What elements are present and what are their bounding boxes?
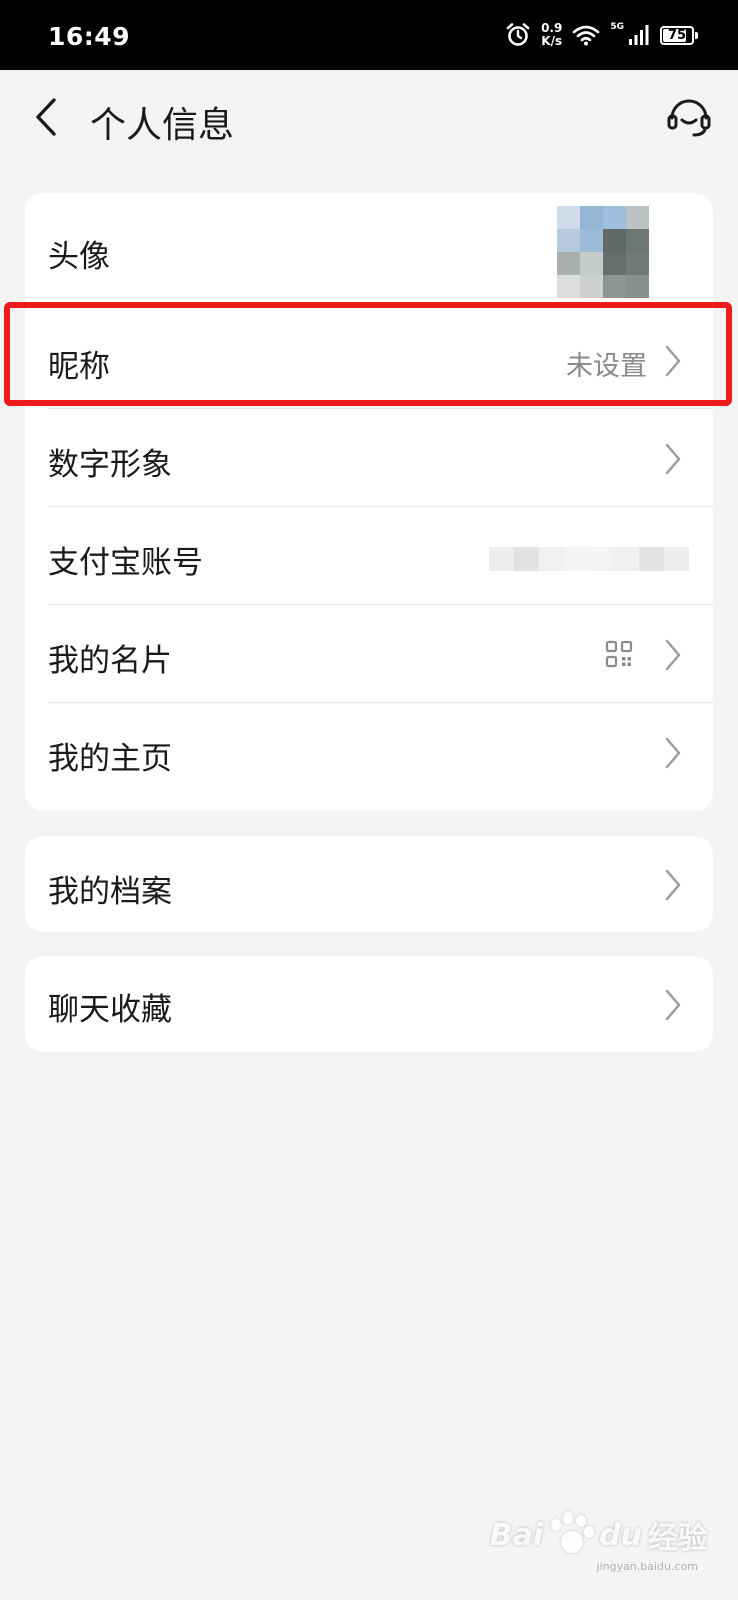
row-chat-favorites-label: 聊天收藏	[48, 992, 172, 1028]
chevron-right-icon	[665, 737, 681, 769]
status-icons: 0.9 K/s 5G 75	[505, 20, 698, 50]
nickname-value: 未设置	[566, 351, 647, 382]
row-my-homepage-label: 我的主页	[48, 741, 172, 777]
nav-header: 个人信息	[0, 70, 738, 170]
customer-service-icon	[667, 99, 711, 137]
watermark-brand-left: Bai	[489, 1517, 544, 1553]
avatar[interactable]	[557, 206, 649, 298]
net-speed-unit: K/s	[541, 34, 563, 48]
status-bar: 16:49 0.9 K/s 5G 75	[0, 0, 738, 70]
alarm-icon	[506, 23, 530, 46]
row-chat-favorites[interactable]: 聊天收藏	[25, 956, 713, 1052]
back-arrow-icon	[36, 98, 56, 136]
row-my-archive-label: 我的档案	[48, 874, 172, 910]
watermark-sub: jingyan.baidu.com	[596, 1560, 698, 1573]
chevron-right-icon	[665, 443, 681, 475]
chevron-right-icon	[665, 869, 681, 901]
row-avatar-label: 头像	[48, 239, 110, 275]
favorites-card: 聊天收藏	[25, 956, 713, 1052]
row-avatar[interactable]: 头像	[25, 193, 713, 311]
profile-card: 头像 昵称 未设置 数字形象 支付宝账号 我的名片 我的主页	[25, 193, 713, 811]
chevron-right-icon	[665, 989, 681, 1021]
status-time: 16:49	[48, 22, 131, 51]
paw-logo-icon	[545, 1509, 597, 1561]
wifi-icon	[573, 25, 600, 46]
back-button[interactable]	[28, 92, 68, 142]
net-speed: 0.9 K/s	[541, 22, 562, 48]
row-alipay-account-label: 支付宝账号	[48, 545, 203, 581]
signal-icon	[629, 25, 649, 45]
row-my-homepage[interactable]: 我的主页	[25, 703, 713, 801]
row-my-card[interactable]: 我的名片	[25, 605, 713, 703]
page-title: 个人信息	[90, 105, 235, 146]
row-nickname-label: 昵称	[48, 349, 110, 385]
watermark-brand-right: du	[599, 1517, 642, 1553]
row-digital-avatar-label: 数字形象	[48, 447, 172, 483]
watermark: Bai du 经验 jingyan.baidu.com	[490, 1495, 708, 1575]
row-alipay-account[interactable]: 支付宝账号	[25, 507, 713, 605]
signal-label: 5G	[610, 22, 624, 32]
alipay-account-value-blurred	[489, 547, 689, 571]
row-my-archive[interactable]: 我的档案	[25, 836, 713, 932]
row-digital-avatar[interactable]: 数字形象	[25, 409, 713, 507]
chevron-right-icon	[665, 345, 681, 377]
battery-icon: 75	[660, 25, 698, 45]
customer-service-button[interactable]	[666, 94, 712, 140]
watermark-brand-cn: 经验	[648, 1521, 708, 1556]
row-my-card-label: 我的名片	[48, 643, 172, 679]
chevron-right-icon	[665, 639, 681, 671]
archive-card: 我的档案	[25, 836, 713, 932]
qr-code-icon	[605, 640, 633, 668]
row-nickname[interactable]: 昵称 未设置	[25, 311, 713, 409]
battery-level: 75	[667, 27, 687, 43]
